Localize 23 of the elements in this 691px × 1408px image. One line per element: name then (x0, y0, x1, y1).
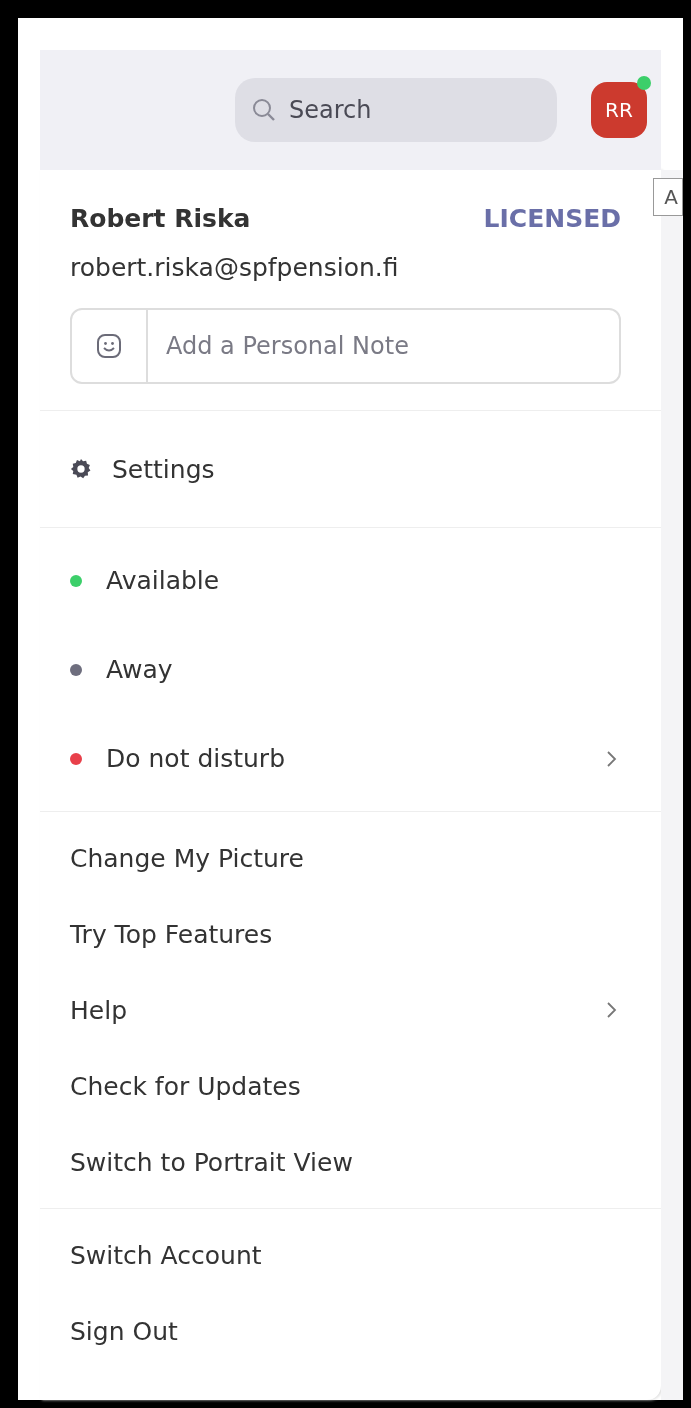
menu-item[interactable]: Help (40, 972, 661, 1048)
search-field[interactable]: Search (289, 78, 557, 142)
avatar-button[interactable]: RR (591, 82, 647, 138)
smiley-icon (96, 333, 122, 359)
menu-item[interactable]: Switch Account (40, 1217, 661, 1293)
menu-item[interactable]: Sign Out (40, 1293, 661, 1369)
gear-icon (70, 458, 92, 480)
menu-item[interactable]: Try Top Features (40, 896, 661, 972)
user-name: Robert Riska (70, 204, 251, 233)
user-email: robert.riska@spfpension.fi (70, 253, 400, 282)
menu-item[interactable]: Away (40, 625, 661, 714)
menu-item[interactable]: Change My Picture (40, 820, 661, 896)
menu-item[interactable]: Do not disturb (40, 714, 661, 803)
menu-item[interactable]: Available (40, 536, 661, 625)
license-label: LICENSED (483, 204, 621, 233)
search-icon (251, 97, 277, 123)
note-box[interactable]: Add a Personal Note (70, 308, 621, 384)
menu-item[interactable]: Settings (40, 419, 661, 519)
personal-note-field[interactable]: Add a Personal Note (148, 309, 619, 383)
tooltip: A (653, 178, 683, 216)
search-bar[interactable]: Search (235, 78, 557, 142)
menu-item[interactable]: Check for Updates (40, 1048, 661, 1124)
menu-item[interactable]: Switch to Portrait View (40, 1124, 661, 1200)
